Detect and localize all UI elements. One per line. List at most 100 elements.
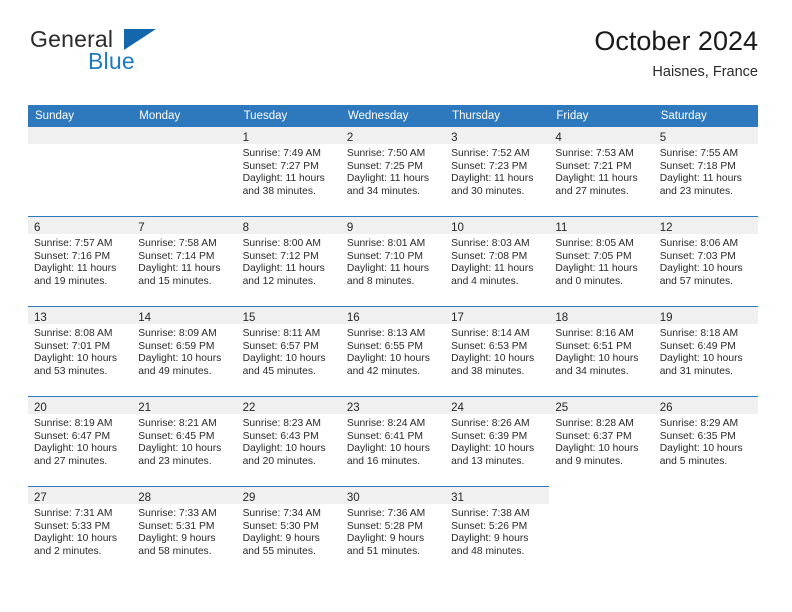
- day-number: 13: [34, 312, 47, 324]
- day-number-band: 27: [28, 487, 133, 504]
- day-detail-line: Sunset: 6:51 PM: [555, 340, 632, 352]
- day-detail-line: and 57 minutes.: [659, 275, 733, 287]
- day-cell-30[interactable]: 30 Sunrise: 7:36 AM Sunset: 5:28 PM Dayligh…: [340, 486, 446, 576]
- day-cell-11[interactable]: 11 Sunrise: 8:05 AM Sunset: 7:05 PM Dayligh…: [549, 216, 654, 306]
- day-cell-5[interactable]: 5 Sunrise: 7:55 AM Sunset: 7:18 PM Daylight…: [653, 126, 758, 216]
- day-detail-line: Daylight: 11 hours: [34, 263, 117, 275]
- day-number-band: 19: [653, 307, 758, 324]
- day-detail-text: Sunrise: 7:58 AM Sunset: 7:14 PM Daylight:…: [132, 234, 236, 288]
- day-detail-line: Daylight: 10 hours: [346, 353, 430, 365]
- day-number: 17: [451, 312, 464, 324]
- day-cell-31[interactable]: 31 Sunrise: 7:38 AM Sunset: 5:26 PM Dayligh…: [445, 486, 550, 576]
- day-cell-1[interactable]: 1 Sunrise: 7:49 AM Sunset: 7:27 PM Daylight…: [236, 126, 341, 216]
- day-cell-21[interactable]: 21 Sunrise: 8:21 AM Sunset: 6:45 PM Dayligh…: [132, 396, 237, 486]
- day-detail-line: Sunrise: 7:34 AM: [242, 508, 321, 519]
- day-detail-line: and 51 minutes.: [346, 545, 421, 557]
- day-detail-text: Sunrise: 8:23 AM Sunset: 6:43 PM Daylight:…: [237, 414, 341, 468]
- day-number-band: 15: [236, 307, 341, 324]
- day-cell-27[interactable]: 27 Sunrise: 7:31 AM Sunset: 5:33 PM Dayligh…: [28, 486, 133, 576]
- day-detail-line: and 5 minutes.: [659, 455, 728, 467]
- day-detail-text: Sunrise: 8:29 AM Sunset: 6:35 PM Daylight:…: [654, 414, 758, 468]
- day-number-band: 4: [549, 127, 654, 144]
- blue-triangle-logo-mark-icon: [124, 29, 156, 50]
- day-cell-4[interactable]: 4 Sunrise: 7:53 AM Sunset: 7:21 PM Daylight…: [549, 126, 654, 216]
- day-cell-6[interactable]: 6 Sunrise: 7:57 AM Sunset: 7:16 PM Daylight…: [28, 216, 133, 306]
- day-cell-3[interactable]: 3 Sunrise: 7:52 AM Sunset: 7:23 PM Daylight…: [445, 126, 550, 216]
- day-detail-line: Daylight: 10 hours: [138, 353, 222, 365]
- calendar-week-row: 13 Sunrise: 8:08 AM Sunset: 7:01 PM Dayligh…: [28, 306, 758, 396]
- day-cell-9[interactable]: 9 Sunrise: 8:01 AM Sunset: 7:10 PM Daylight…: [340, 216, 446, 306]
- day-detail-line: Daylight: 10 hours: [555, 353, 639, 365]
- day-cell-12[interactable]: 12 Sunrise: 8:06 AM Sunset: 7:03 PM Dayligh…: [653, 216, 758, 306]
- day-detail-text: Sunrise: 8:06 AM Sunset: 7:03 PM Daylight:…: [654, 234, 758, 288]
- day-number-band: 14: [132, 307, 237, 324]
- weekday-header-monday: Monday: [139, 110, 181, 122]
- day-cell-2[interactable]: 2 Sunrise: 7:50 AM Sunset: 7:25 PM Daylight…: [340, 126, 446, 216]
- day-number: 3: [451, 132, 458, 144]
- day-cell-14[interactable]: 14 Sunrise: 8:09 AM Sunset: 6:59 PM Dayligh…: [132, 306, 237, 396]
- day-detail-line: Sunset: 7:08 PM: [451, 250, 528, 262]
- day-detail-line: and 20 minutes.: [242, 455, 316, 467]
- weekday-header-friday: Friday: [556, 110, 589, 122]
- day-detail-line: Daylight: 10 hours: [34, 533, 117, 545]
- day-detail-line: and 27 minutes.: [34, 455, 108, 467]
- day-cell-24[interactable]: 24 Sunrise: 8:26 AM Sunset: 6:39 PM Dayligh…: [445, 396, 550, 486]
- day-cell-17[interactable]: 17 Sunrise: 8:14 AM Sunset: 6:53 PM Dayligh…: [445, 306, 550, 396]
- day-detail-text: Sunrise: 8:01 AM Sunset: 7:10 PM Daylight:…: [341, 234, 445, 288]
- day-cell-15[interactable]: 15 Sunrise: 8:11 AM Sunset: 6:57 PM Dayligh…: [236, 306, 341, 396]
- day-detail-line: Sunset: 6:59 PM: [138, 340, 215, 352]
- day-number-band: 17: [445, 307, 550, 324]
- day-number: 20: [34, 402, 47, 414]
- day-detail-line: Sunrise: 8:28 AM: [555, 418, 634, 429]
- day-detail-line: and 58 minutes.: [138, 545, 212, 557]
- day-cell-28[interactable]: 28 Sunrise: 7:33 AM Sunset: 5:31 PM Dayligh…: [132, 486, 237, 576]
- day-detail-line: Sunrise: 7:49 AM: [242, 148, 321, 159]
- day-detail-line: Sunrise: 8:23 AM: [242, 418, 321, 429]
- day-detail-text: Sunrise: 8:26 AM Sunset: 6:39 PM Daylight:…: [445, 414, 549, 468]
- day-number-band: [28, 127, 133, 144]
- day-detail-text: Sunrise: 8:24 AM Sunset: 6:41 PM Daylight:…: [341, 414, 445, 468]
- day-cell-26[interactable]: 26 Sunrise: 8:29 AM Sunset: 6:35 PM Dayligh…: [653, 396, 758, 486]
- day-number-band: 7: [132, 217, 237, 234]
- page-subtitle-location: Haisnes, France: [652, 64, 758, 80]
- day-detail-line: and 9 minutes.: [555, 455, 623, 467]
- day-detail-line: Daylight: 10 hours: [346, 443, 430, 455]
- day-number-band: 29: [236, 487, 341, 504]
- day-cell-20[interactable]: 20 Sunrise: 8:19 AM Sunset: 6:47 PM Dayligh…: [28, 396, 133, 486]
- day-cell-16[interactable]: 16 Sunrise: 8:13 AM Sunset: 6:55 PM Dayligh…: [340, 306, 446, 396]
- day-number: 8: [242, 222, 249, 234]
- day-number: 30: [346, 492, 360, 504]
- day-detail-line: Sunset: 7:10 PM: [346, 250, 423, 262]
- day-detail-line: and 12 minutes.: [242, 275, 316, 287]
- calendar-week-row: 27 Sunrise: 7:31 AM Sunset: 5:33 PM Dayligh…: [28, 486, 758, 576]
- day-detail-line: and 23 minutes.: [659, 185, 733, 197]
- brand-logo[interactable]: General Blue: [28, 26, 248, 88]
- day-number-band: 10: [445, 217, 550, 234]
- day-detail-line: Sunset: 6:53 PM: [451, 340, 528, 352]
- weekday-header-row: Sunday Monday Tuesday Wednesday Thursday Frid…: [28, 105, 758, 126]
- day-detail-text: Sunrise: 8:14 AM Sunset: 6:53 PM Daylight:…: [445, 324, 549, 378]
- day-cell-25[interactable]: 25 Sunrise: 8:28 AM Sunset: 6:37 PM Dayligh…: [549, 396, 654, 486]
- day-cell-23[interactable]: 23 Sunrise: 8:24 AM Sunset: 6:41 PM Dayligh…: [340, 396, 446, 486]
- day-number: 4: [555, 132, 562, 144]
- day-number: 27: [34, 492, 47, 504]
- day-detail-line: Sunrise: 7:31 AM: [34, 508, 113, 519]
- day-cell-29[interactable]: 29 Sunrise: 7:34 AM Sunset: 5:30 PM Dayligh…: [236, 486, 341, 576]
- day-detail-line: Sunset: 6:49 PM: [659, 340, 736, 352]
- day-detail-text: Sunrise: 7:36 AM Sunset: 5:28 PM Daylight:…: [341, 504, 445, 558]
- day-number: 9: [346, 222, 354, 234]
- day-number-band: 30: [340, 487, 446, 504]
- day-cell-22[interactable]: 22 Sunrise: 8:23 AM Sunset: 6:43 PM Dayligh…: [236, 396, 341, 486]
- day-cell-13[interactable]: 13 Sunrise: 8:08 AM Sunset: 7:01 PM Dayligh…: [28, 306, 133, 396]
- day-cell-19[interactable]: 19 Sunrise: 8:18 AM Sunset: 6:49 PM Dayligh…: [653, 306, 758, 396]
- day-cell-10[interactable]: 10 Sunrise: 8:03 AM Sunset: 7:08 PM Dayligh…: [445, 216, 550, 306]
- day-detail-line: Daylight: 10 hours: [242, 443, 326, 455]
- day-cell-18[interactable]: 18 Sunrise: 8:16 AM Sunset: 6:51 PM Dayligh…: [549, 306, 654, 396]
- day-detail-line: Sunrise: 8:05 AM: [555, 238, 634, 249]
- day-detail-line: Sunrise: 7:52 AM: [451, 148, 530, 159]
- day-number: 24: [451, 402, 464, 414]
- day-detail-line: Sunset: 7:14 PM: [138, 250, 215, 262]
- day-cell-7[interactable]: 7 Sunrise: 7:58 AM Sunset: 7:14 PM Daylight…: [132, 216, 237, 306]
- day-number: 10: [451, 222, 464, 234]
- day-cell-8[interactable]: 8 Sunrise: 8:00 AM Sunset: 7:12 PM Daylight…: [236, 216, 341, 306]
